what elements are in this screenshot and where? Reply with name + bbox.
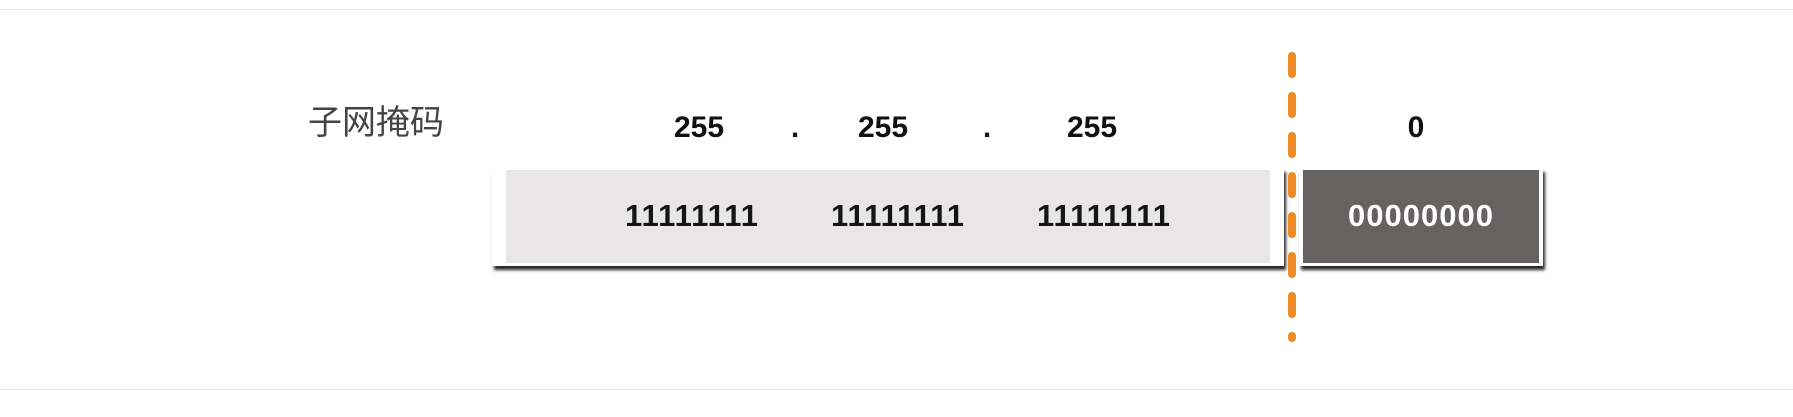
octet-1: 255 (673, 111, 725, 144)
octet-4: 0 (1407, 111, 1425, 144)
network-bits-2: 11111111 (831, 198, 965, 233)
subnet-mask-diagram: 子网掩码 255 . 255 . 255 . 0 11111111 111111… (0, 0, 1793, 417)
subnet-mask-label: 子网掩码 (308, 103, 444, 143)
network-host-divider (1288, 52, 1296, 342)
octet-separator-1: . (790, 111, 800, 144)
octet-separator-2: . (982, 111, 992, 144)
octet-3: 255 (1066, 111, 1118, 144)
octet-2: 255 (857, 111, 909, 144)
top-rule (0, 9, 1793, 10)
network-bits-3: 11111111 (1037, 198, 1171, 233)
network-bits-1: 11111111 (625, 198, 759, 233)
host-bits: 00000000 (1348, 198, 1494, 233)
bottom-rule (0, 389, 1793, 390)
